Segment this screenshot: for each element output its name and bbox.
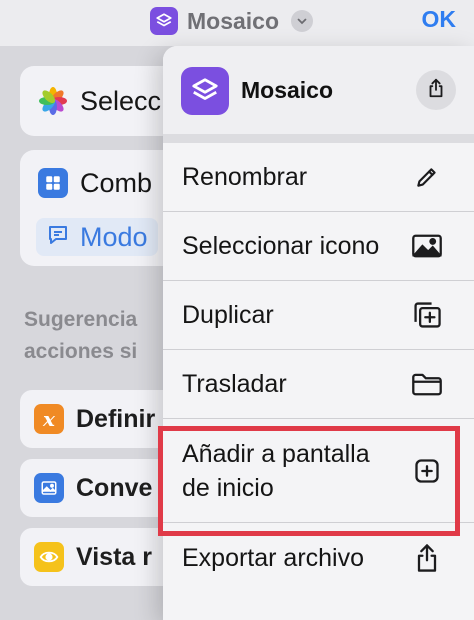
- eye-icon: [34, 542, 64, 572]
- menu-header: Mosaico: [163, 46, 474, 134]
- card-label: Comb: [80, 167, 153, 198]
- photos-icon: [38, 86, 68, 116]
- chevron-down-icon[interactable]: [291, 10, 314, 32]
- mode-parameter[interactable]: Modo: [36, 218, 158, 256]
- folder-icon: [410, 367, 444, 401]
- menu-item-duplicate[interactable]: Duplicar: [163, 281, 474, 350]
- mode-label: Modo: [80, 221, 148, 252]
- share-icon: [425, 77, 447, 104]
- duplicate-icon: [410, 298, 444, 332]
- image-icon: [34, 473, 64, 503]
- menu-divider: [163, 134, 474, 143]
- image-icon: [410, 229, 444, 263]
- menu-item-select-icon[interactable]: Seleccionar icono: [163, 212, 474, 281]
- highlight-frame: [158, 426, 460, 536]
- variable-icon: x: [34, 404, 64, 434]
- menu-item-move[interactable]: Trasladar: [163, 350, 474, 419]
- top-bar: Mosaico OK: [0, 0, 474, 46]
- ok-button[interactable]: OK: [422, 6, 457, 33]
- title-menu-button[interactable]: Mosaico: [150, 5, 314, 37]
- card-label: Selecc: [80, 85, 162, 116]
- grid-icon: [38, 168, 68, 198]
- message-icon: [46, 223, 70, 252]
- layers-icon: [150, 7, 178, 35]
- layers-icon: [181, 67, 229, 115]
- export-icon: [410, 541, 444, 575]
- pencil-icon: [410, 160, 444, 194]
- suggestions-title: Sugerencia acciones si: [24, 308, 138, 363]
- app-title: Mosaico: [187, 7, 280, 34]
- share-button[interactable]: [416, 70, 456, 110]
- menu-item-rename[interactable]: Renombrar: [163, 143, 474, 212]
- menu-title: Mosaico: [241, 77, 334, 103]
